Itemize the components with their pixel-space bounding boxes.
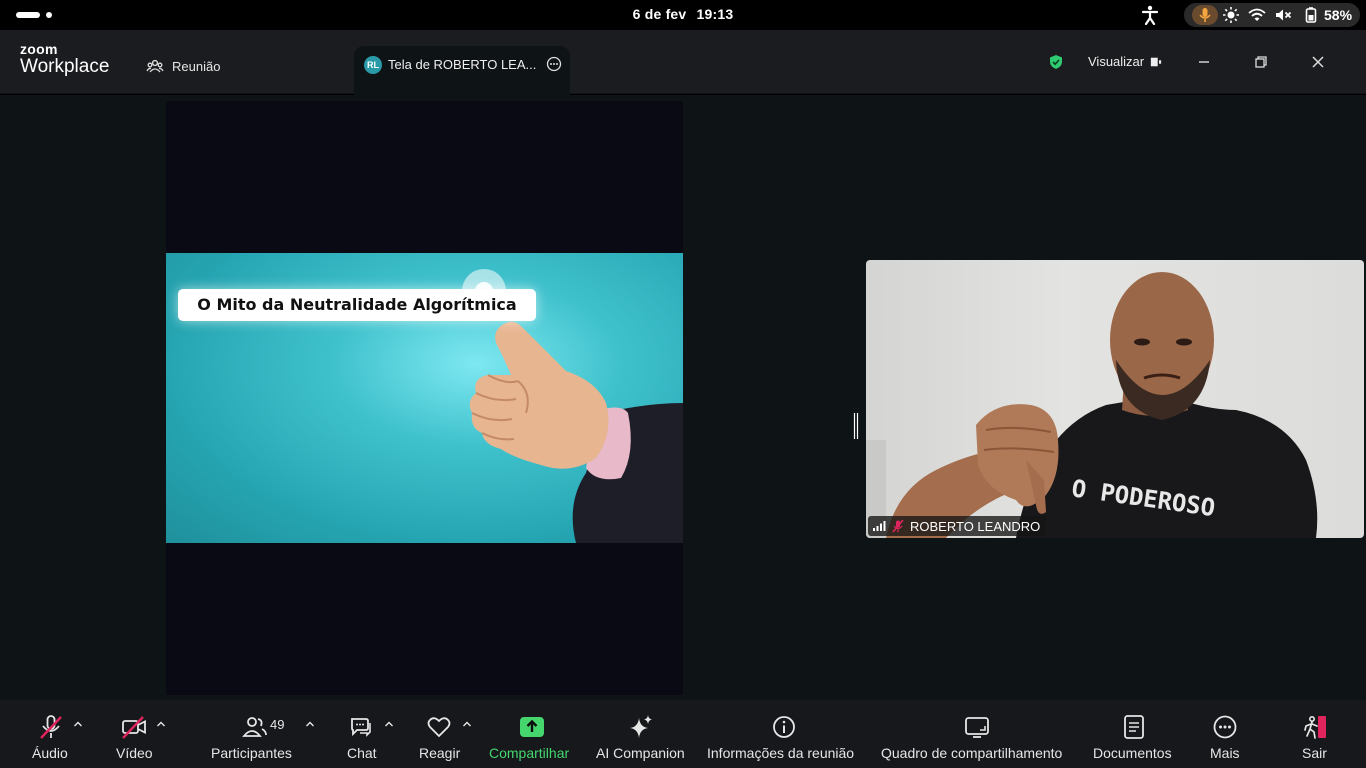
- leave-label: Sair: [1302, 745, 1327, 761]
- brand-workplace: Workplace: [20, 56, 110, 77]
- video-off-icon: [122, 716, 146, 739]
- participants-label: Participantes: [211, 745, 292, 761]
- react-button[interactable]: Reagir: [418, 700, 474, 768]
- accessibility-icon[interactable]: [1139, 4, 1161, 26]
- chat-icon: [351, 718, 371, 737]
- participants-options-chevron-icon[interactable]: [305, 720, 315, 728]
- meeting-stage: O Mito da Neutralidade Algorítmica O POD…: [0, 95, 1366, 700]
- system-status-bar: 6 de fev 19:13 58%: [0, 0, 1366, 30]
- system-clock[interactable]: 6 de fev 19:13: [0, 6, 1366, 22]
- participants-icon: [242, 717, 267, 737]
- tab-screen-share-label: Tela de ROBERTO LEA...: [388, 57, 537, 72]
- whiteboard-icon: [965, 717, 989, 738]
- participant-video[interactable]: O PODEROSO ROBERTO LEANDRO: [866, 260, 1364, 538]
- zoom-workplace-logo: zoom Workplace: [20, 42, 109, 76]
- slide-title: O Mito da Neutralidade Algorítmica: [178, 289, 536, 321]
- participant-video-frame: O PODEROSO: [866, 272, 1318, 538]
- react-options-chevron-icon[interactable]: [462, 720, 472, 728]
- system-tray[interactable]: 58%: [1184, 3, 1360, 27]
- participant-name-tag: ROBERTO LEANDRO: [868, 516, 1047, 536]
- info-icon: [773, 716, 795, 738]
- participant-name: ROBERTO LEANDRO: [910, 518, 1041, 534]
- mic-in-use-indicator: [1192, 5, 1218, 25]
- brightness-icon: [1223, 7, 1239, 23]
- share-screen-icon: [520, 717, 544, 737]
- resize-handle[interactable]: [853, 413, 859, 439]
- chat-button[interactable]: Chat: [346, 700, 398, 768]
- volume-muted-icon: [1276, 9, 1292, 21]
- muted-mic-icon: [892, 519, 904, 533]
- presenter-avatar: RL: [364, 56, 382, 74]
- more-options-icon[interactable]: [546, 56, 562, 72]
- more-label: Mais: [1210, 745, 1240, 761]
- system-time: 19:13: [696, 6, 734, 22]
- restore-icon[interactable]: [1251, 52, 1271, 72]
- participants-button[interactable]: 49 Participantes: [210, 700, 320, 768]
- more-button[interactable]: Mais: [1208, 700, 1244, 768]
- leave-icon: [1304, 715, 1326, 739]
- tab-screen-share[interactable]: RL Tela de ROBERTO LEA...: [354, 46, 570, 96]
- tab-meeting[interactable]: Reunião: [146, 56, 220, 76]
- close-icon[interactable]: [1308, 52, 1328, 72]
- whiteboard-label: Quadro de compartilhamento: [881, 745, 1063, 761]
- meeting-icon: [146, 59, 164, 73]
- mic-muted-icon: [40, 715, 62, 739]
- documents-button[interactable]: Documentos: [1092, 700, 1178, 768]
- shared-screen[interactable]: O Mito da Neutralidade Algorítmica: [166, 101, 683, 695]
- chat-options-chevron-icon[interactable]: [384, 720, 394, 728]
- view-layout-icon: [1150, 57, 1162, 66]
- video-button[interactable]: Vídeo: [114, 700, 174, 768]
- participants-count: 49: [270, 717, 285, 732]
- audio-options-chevron-icon[interactable]: [73, 720, 83, 728]
- share-screen-button[interactable]: Compartilhar: [488, 700, 576, 768]
- tab-meeting-label: Reunião: [172, 58, 221, 74]
- ai-companion-button[interactable]: AI Companion: [595, 700, 689, 768]
- more-icon: [1213, 715, 1237, 739]
- connection-signal-icon: [873, 521, 886, 531]
- meeting-toolbar: Áudio Vídeo 49 Participantes Chat Reagir…: [0, 700, 1366, 768]
- ai-companion-label: AI Companion: [596, 745, 685, 761]
- view-button[interactable]: Visualizar: [1088, 54, 1162, 69]
- chat-label: Chat: [347, 745, 377, 761]
- system-date: 6 de fev: [632, 6, 687, 22]
- encryption-shield-icon[interactable]: [1048, 54, 1064, 70]
- leave-button[interactable]: Sair: [1299, 700, 1333, 768]
- wifi-icon: [1248, 8, 1266, 21]
- whiteboard-button[interactable]: Quadro de compartilhamento: [880, 700, 1076, 768]
- battery-icon: [1305, 7, 1317, 23]
- minimize-icon[interactable]: [1194, 52, 1214, 72]
- share-screen-label: Compartilhar: [489, 745, 570, 761]
- brand-zoom: zoom: [20, 41, 58, 57]
- presentation-slide: O Mito da Neutralidade Algorítmica: [166, 253, 683, 543]
- meeting-info-label: Informações da reunião: [707, 745, 855, 761]
- audio-button[interactable]: Áudio: [30, 700, 92, 768]
- heart-icon: [427, 717, 451, 738]
- video-options-chevron-icon[interactable]: [156, 720, 166, 728]
- view-button-label: Visualizar: [1088, 54, 1145, 69]
- ai-sparkle-icon: [630, 715, 652, 738]
- mic-icon: [1199, 8, 1211, 22]
- battery-percent: 58%: [1324, 7, 1353, 23]
- document-icon: [1124, 715, 1144, 739]
- documents-label: Documentos: [1093, 745, 1172, 761]
- react-label: Reagir: [419, 745, 461, 761]
- zoom-title-bar: zoom Workplace Reunião RL Tela de ROBERT…: [0, 30, 1366, 96]
- meeting-info-button[interactable]: Informações da reunião: [706, 700, 862, 768]
- video-label: Vídeo: [116, 745, 153, 761]
- audio-label: Áudio: [32, 745, 68, 761]
